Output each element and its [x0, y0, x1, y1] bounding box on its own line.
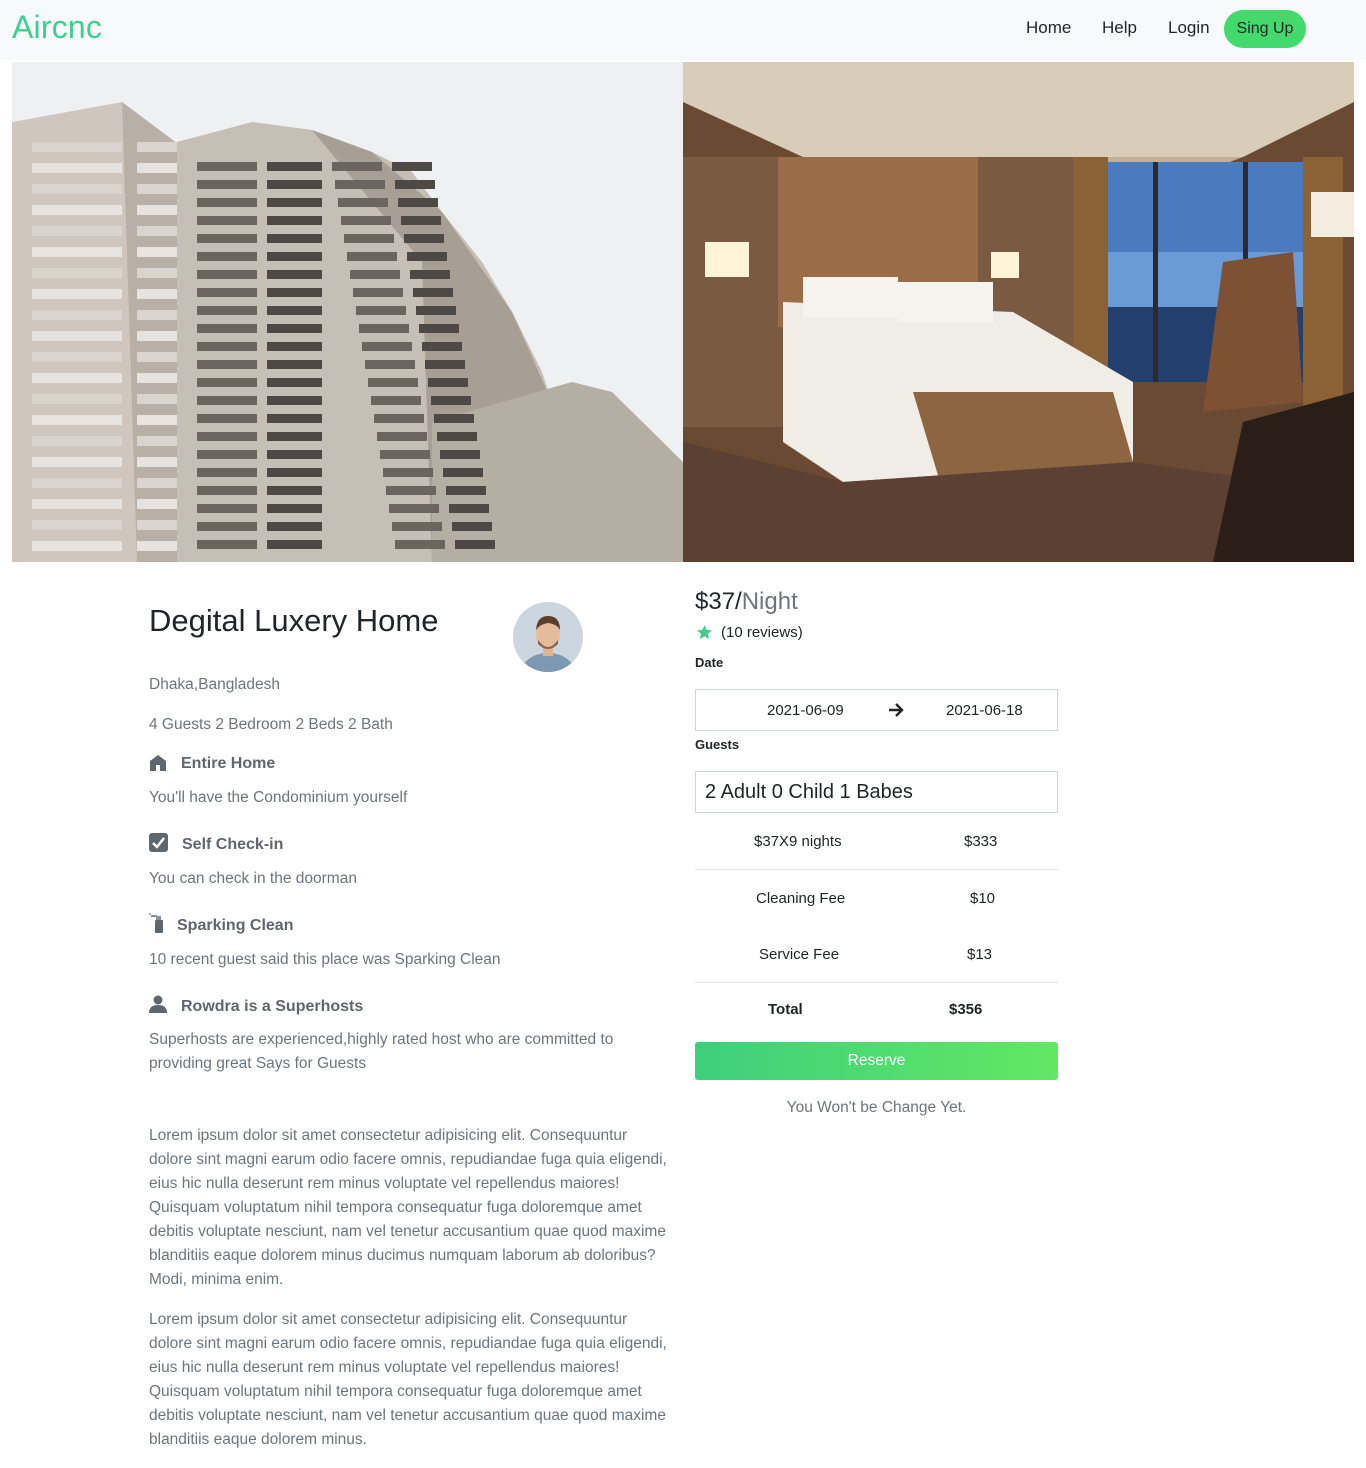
- nav-home-link[interactable]: Home: [1026, 18, 1071, 38]
- price-unit: Night: [741, 588, 798, 615]
- home-icon: [149, 754, 167, 777]
- user-icon: [149, 995, 167, 1018]
- cleaning-fee-value: $10: [970, 890, 996, 907]
- total-label: Total: [768, 1001, 803, 1018]
- guests-label: Guests: [695, 737, 740, 752]
- feature-title-sparking-clean: Sparking Clean: [177, 917, 294, 934]
- description-paragraph-2: Lorem ipsum dolor sit amet consectetur a…: [149, 1311, 667, 1448]
- charge-note: You Won't be Change Yet.: [786, 1099, 967, 1116]
- feature-desc-superhost: Superhosts are experienced,highly rated …: [149, 1031, 614, 1072]
- feature-desc-sparking-clean: 10 recent guest said this place was Spar…: [149, 951, 501, 968]
- service-fee-label: Service Fee: [759, 946, 840, 963]
- date-label: Date: [695, 655, 724, 670]
- feature-desc-entire-home: You'll have the Condominium yourself: [149, 789, 408, 806]
- arrow-right-icon: [888, 702, 904, 723]
- cleaning-fee-label: Cleaning Fee: [756, 890, 846, 907]
- divider: [695, 869, 1058, 870]
- listing-specs: 4 Guests 2 Bedroom 2 Beds 2 Bath: [149, 716, 393, 733]
- building-photo: [12, 62, 683, 562]
- date-to[interactable]: 2021-06-18: [946, 702, 1023, 719]
- nav-help-link[interactable]: Help: [1102, 18, 1137, 38]
- listing-title: Degital Luxery Home: [149, 603, 439, 638]
- reviews-count[interactable]: (10 reviews): [721, 624, 803, 641]
- price-per-night: $37/Night: [695, 588, 798, 616]
- spray-bottle-icon: [149, 913, 165, 938]
- description-paragraph-1: Lorem ipsum dolor sit amet consectetur a…: [149, 1127, 667, 1288]
- date-range-input[interactable]: 2021-06-09 2021-06-18: [695, 689, 1058, 731]
- signup-button[interactable]: Sing Up: [1224, 10, 1306, 48]
- guests-value: 2 Adult 0 Child 1 Babes: [705, 781, 913, 803]
- guests-input[interactable]: 2 Adult 0 Child 1 Babes: [695, 771, 1058, 813]
- nav-login-link[interactable]: Login: [1168, 18, 1210, 38]
- brand-logo[interactable]: Aircnc: [12, 9, 102, 46]
- nights-cost-value: $333: [964, 833, 998, 850]
- reserve-button[interactable]: Reserve: [695, 1042, 1058, 1080]
- date-from[interactable]: 2021-06-09: [767, 702, 844, 719]
- service-fee-value: $13: [967, 946, 993, 963]
- price-amount: $37/: [695, 588, 742, 615]
- nights-cost-label: $37X9 nights: [754, 833, 842, 850]
- star-icon: [696, 624, 713, 646]
- feature-title-entire-home: Entire Home: [181, 755, 276, 772]
- feature-title-self-checkin: Self Check-in: [182, 836, 284, 853]
- feature-title-superhost: Rowdra is a Superhosts: [181, 998, 364, 1015]
- total-value: $356: [949, 1001, 983, 1018]
- checkbox-icon: [149, 833, 168, 857]
- divider: [695, 982, 1058, 983]
- feature-desc-self-checkin: You can check in the doorman: [149, 870, 357, 887]
- listing-location: Dhaka,Bangladesh: [149, 676, 280, 693]
- navbar: Aircnc Home Help Login Sing Up: [0, 0, 1366, 60]
- bedroom-photo: [683, 62, 1354, 562]
- host-avatar[interactable]: [513, 602, 583, 672]
